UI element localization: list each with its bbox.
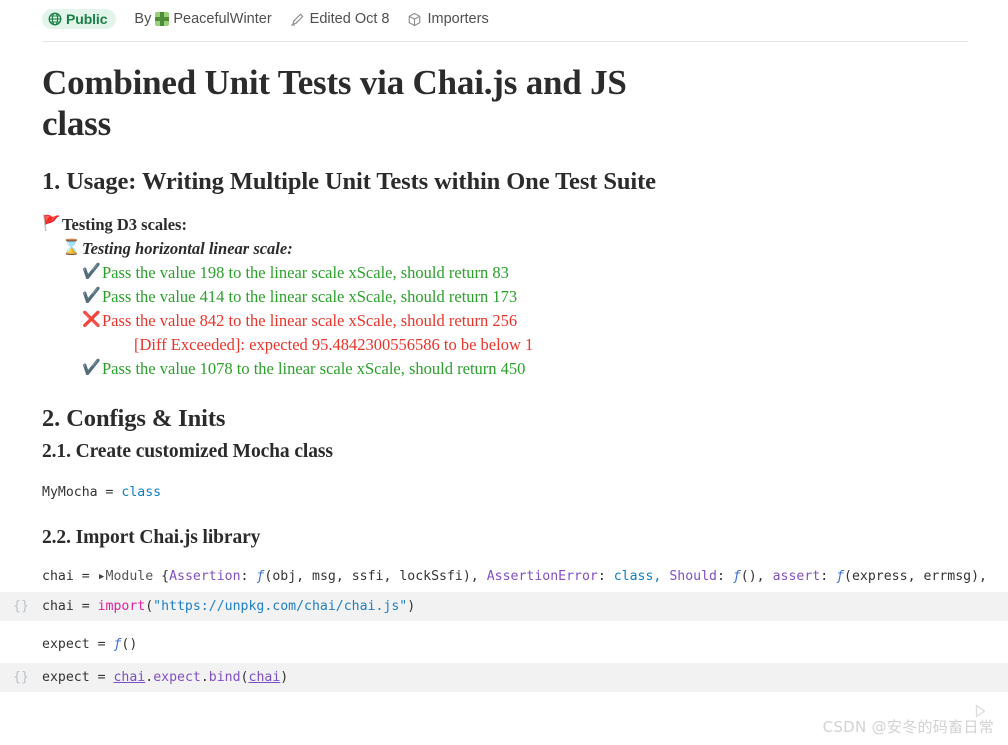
chai-output-prefix: chai = bbox=[42, 568, 98, 584]
check-icon: ✔️ bbox=[82, 357, 101, 376]
test-suite-label: Testing D3 scales: bbox=[62, 214, 187, 234]
chai-reference-link[interactable]: chai bbox=[249, 670, 281, 685]
test-result-row: ✔️ Pass the value 198 to the linear scal… bbox=[82, 261, 966, 285]
header-divider bbox=[42, 41, 968, 42]
watermark: CSDN @安冬的码畜日常 bbox=[822, 718, 994, 736]
cross-icon: ❌ bbox=[82, 309, 101, 328]
expect-cell[interactable]: {} expect = chai.expect.bind(chai) bbox=[0, 663, 1008, 693]
expand-triangle-icon[interactable]: ▸ bbox=[98, 569, 106, 584]
document-body-2: 2.2. Import Chai.js library bbox=[0, 527, 1008, 549]
author-meta[interactable]: By PeacefulWinter bbox=[134, 11, 271, 27]
expect-output-prefix: expect = bbox=[42, 637, 114, 653]
check-icon: ✔️ bbox=[82, 285, 101, 304]
paren-open: ( bbox=[145, 599, 154, 615]
chai-import-code[interactable]: chai = import("https://unpkg.com/chai/ch… bbox=[42, 599, 1008, 614]
by-label: By bbox=[134, 11, 152, 27]
test-case-row: ⌛ Testing horizontal linear scale: bbox=[62, 237, 966, 261]
mymocha-value: class bbox=[121, 484, 162, 500]
test-result-row: ❌ Pass the value 842 to the linear scale… bbox=[82, 309, 966, 333]
expect-lhs: expect = bbox=[42, 670, 114, 686]
globe-icon bbox=[48, 12, 62, 26]
page-title: Combined Unit Tests via Chai.js and JS c… bbox=[42, 63, 627, 144]
user-avatar bbox=[155, 12, 170, 26]
test-result-label: Pass the value 198 to the linear scale x… bbox=[102, 262, 509, 282]
subsection-heading-2-2: 2.2. Import Chai.js library bbox=[42, 526, 261, 548]
author-name: PeacefulWinter bbox=[173, 11, 272, 27]
bind-method: bind bbox=[208, 670, 241, 686]
paren-close: ) bbox=[407, 599, 416, 615]
visibility-badge[interactable]: Public bbox=[42, 9, 117, 29]
expect-output-cell: expect = ƒ() bbox=[0, 621, 1008, 663]
pencil-icon bbox=[290, 12, 305, 27]
edited-label: Edited Oct 8 bbox=[309, 11, 390, 27]
test-result-row: ✔️ Pass the value 1078 to the linear sca… bbox=[82, 357, 966, 381]
expect-output-suffix: () bbox=[121, 637, 138, 653]
chai-prop-assertionerror: AssertionError bbox=[486, 568, 598, 584]
importers-meta[interactable]: Importers bbox=[407, 11, 489, 27]
test-case-label: Testing horizontal linear scale: bbox=[82, 238, 293, 258]
braces-icon[interactable]: {} bbox=[0, 599, 42, 614]
test-result-label: Pass the value 842 to the linear scale x… bbox=[102, 310, 518, 330]
diff-message: [Diff Exceeded]: expected 95.48423005565… bbox=[134, 334, 534, 354]
subsection-heading-2-1: 2.1. Create customized Mocha class bbox=[42, 440, 333, 462]
fn-glyph: ƒ bbox=[836, 568, 845, 584]
chai-val-assertionerror: class, bbox=[613, 568, 670, 584]
dot-1: . bbox=[145, 670, 154, 686]
flag-icon: 🚩 bbox=[42, 213, 61, 232]
chai-import-lhs: chai = bbox=[42, 599, 98, 615]
chai-prop-assertion: Assertion bbox=[169, 568, 241, 584]
chai-reference-link[interactable]: chai bbox=[113, 670, 145, 685]
edited-meta[interactable]: Edited Oct 8 bbox=[290, 11, 390, 27]
chai-val-assert: (express, errmsg), bbox=[844, 568, 987, 584]
document-body: Combined Unit Tests via Chai.js and JS c… bbox=[0, 62, 1008, 463]
paren-close: ) bbox=[280, 670, 289, 686]
play-icon[interactable] bbox=[972, 703, 988, 719]
importers-label: Importers bbox=[427, 11, 489, 27]
expect-cell-code[interactable]: expect = chai.expect.bind(chai) bbox=[42, 670, 1008, 685]
fn-glyph: ƒ bbox=[732, 568, 741, 584]
play-icon[interactable] bbox=[972, 599, 988, 615]
section-heading-1: 1. Usage: Writing Multiple Unit Tests wi… bbox=[42, 167, 656, 195]
test-result-row: ✔️ Pass the value 414 to the linear scal… bbox=[82, 285, 966, 309]
visibility-label: Public bbox=[66, 11, 108, 27]
hourglass-icon: ⌛ bbox=[62, 237, 81, 256]
cube-icon bbox=[407, 12, 422, 27]
braces-icon[interactable]: {} bbox=[0, 670, 42, 685]
chai-val-should: (), bbox=[740, 568, 773, 584]
test-result-label: Pass the value 1078 to the linear scale … bbox=[102, 358, 526, 378]
chai-val-assertion: (obj, msg, ssfi, lockSsfi), bbox=[264, 568, 487, 584]
brace-open: { bbox=[161, 568, 170, 584]
mymocha-name: MyMocha bbox=[42, 484, 98, 500]
check-icon: ✔️ bbox=[82, 261, 101, 280]
chai-prop-assert: assert bbox=[772, 568, 821, 584]
import-keyword: import bbox=[97, 599, 146, 615]
chai-output-cell: chai = ▸Module {Assertion: ƒ(obj, msg, s… bbox=[42, 568, 987, 584]
chai-prop-should: Should bbox=[669, 568, 717, 584]
mymocha-eq: = bbox=[97, 484, 122, 500]
chai-import-cell[interactable]: {} chai = import("https://unpkg.com/chai… bbox=[0, 592, 1008, 622]
chai-module-label: Module bbox=[105, 568, 162, 584]
notebook-meta-bar: Public By PeacefulWinter Edited Oct 8 Im… bbox=[0, 0, 1008, 38]
notebook-page: Public By PeacefulWinter Edited Oct 8 Im… bbox=[0, 0, 1008, 745]
chai-import-url: "https://unpkg.com/chai/chai.js" bbox=[153, 599, 408, 615]
expect-property: expect bbox=[153, 670, 201, 686]
test-suite-row: 🚩 Testing D3 scales: bbox=[42, 213, 966, 237]
test-results-tree: 🚩 Testing D3 scales: ⌛ Testing horizonta… bbox=[42, 213, 966, 380]
test-result-label: Pass the value 414 to the linear scale x… bbox=[102, 286, 518, 306]
section-heading-2: 2. Configs & Inits bbox=[42, 405, 226, 433]
dot-2: . bbox=[200, 670, 209, 686]
mymocha-output-cell: MyMocha = class bbox=[0, 477, 1008, 509]
paren-open: ( bbox=[240, 670, 249, 686]
